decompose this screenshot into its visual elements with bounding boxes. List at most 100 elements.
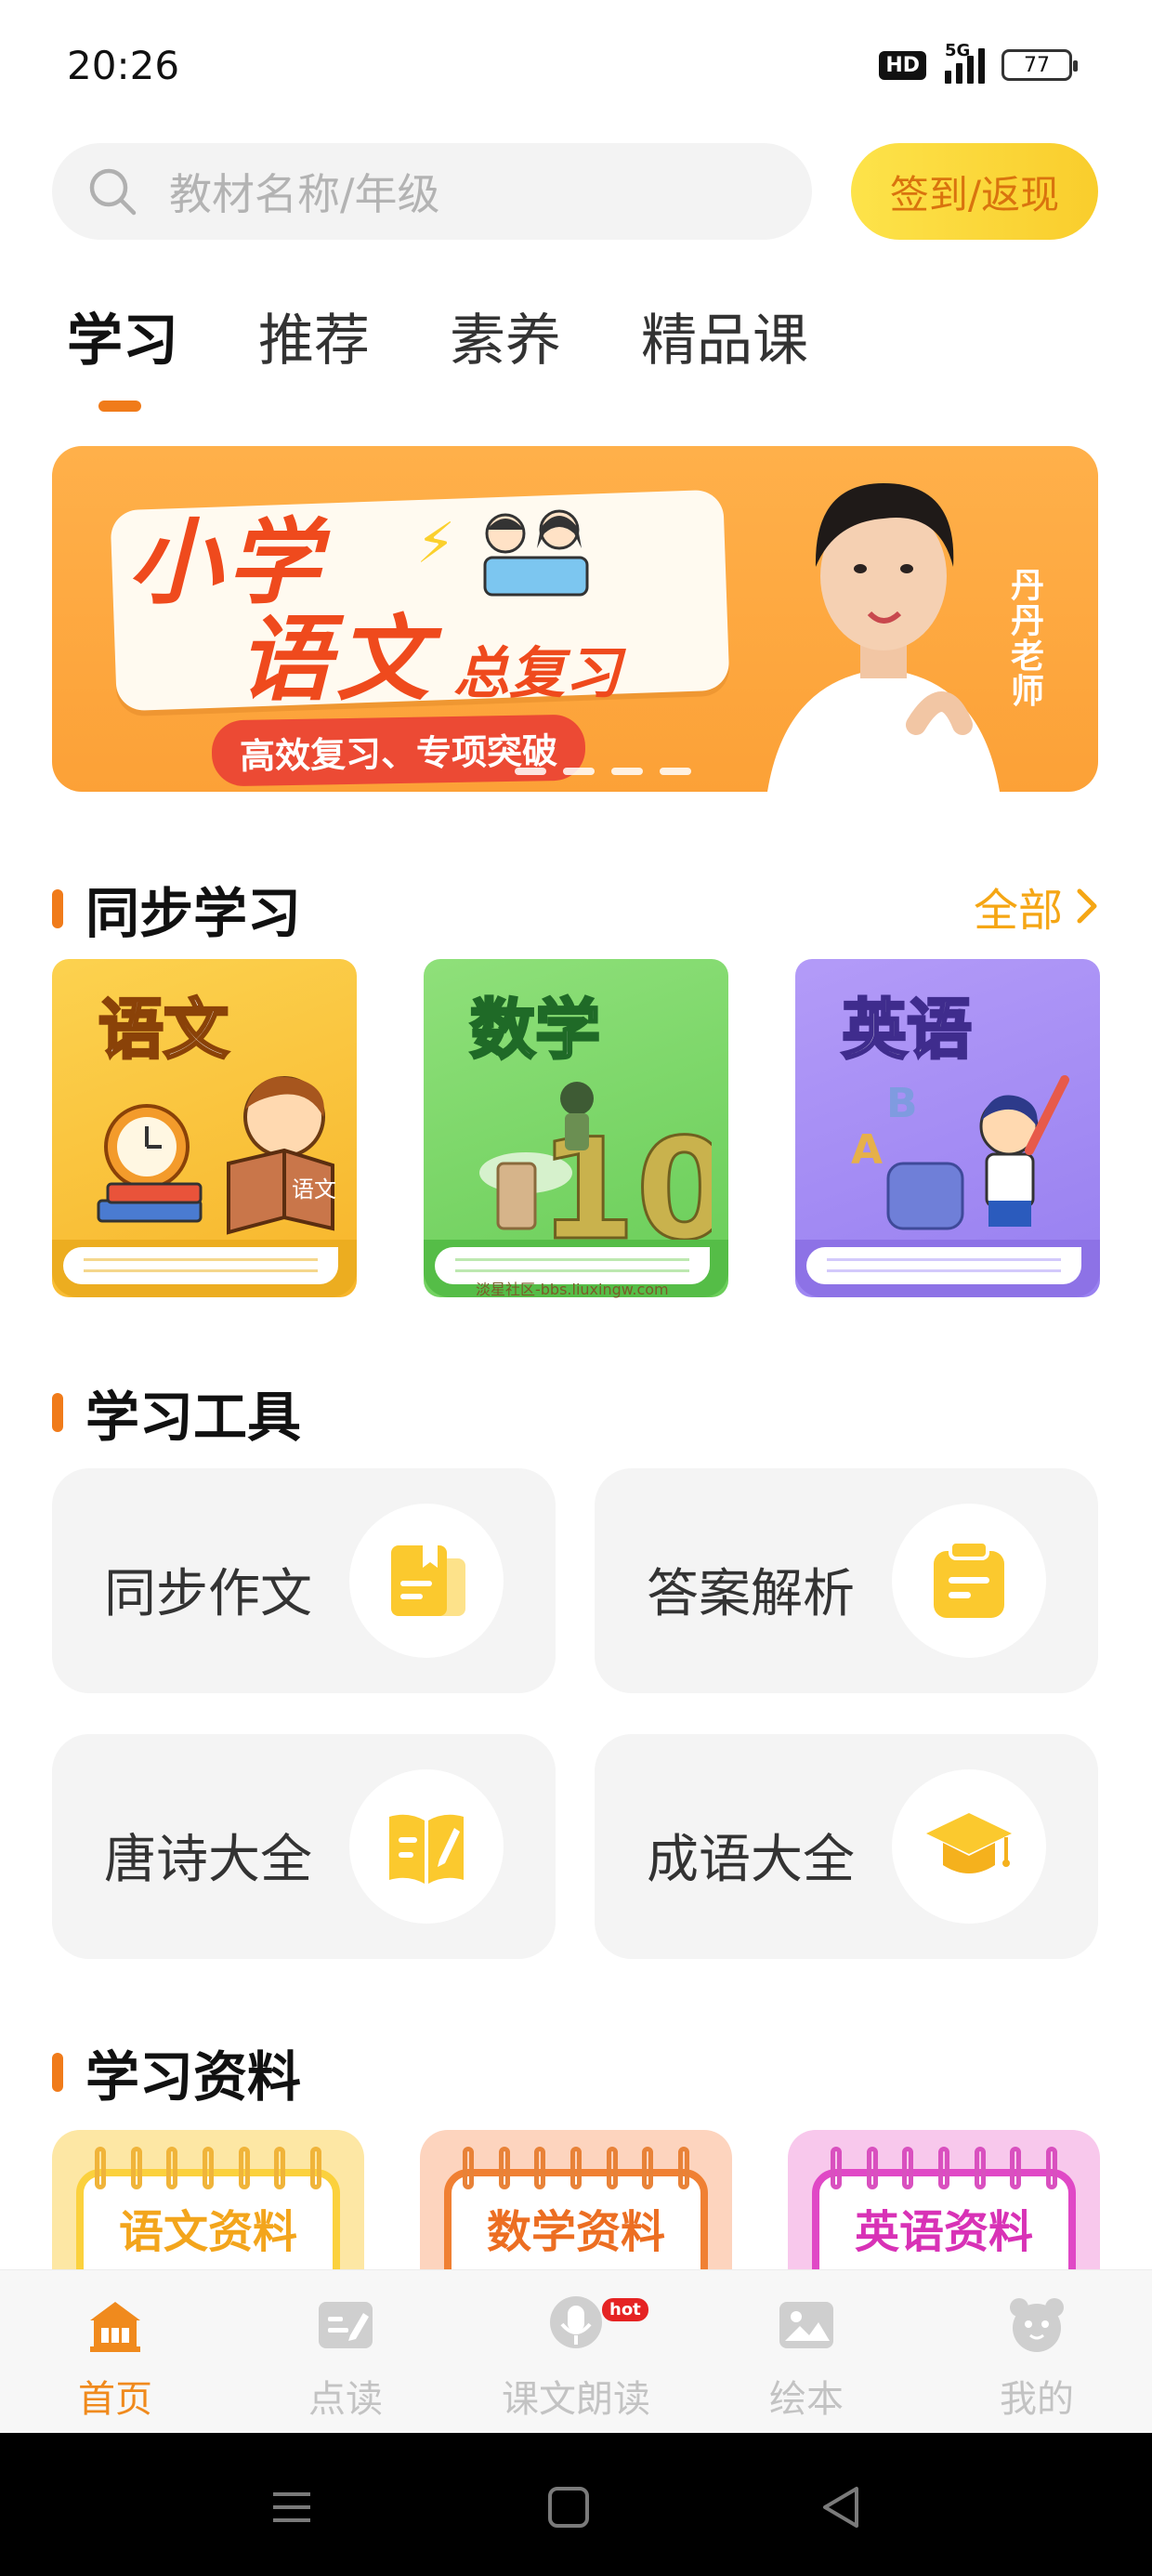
pagination-dot xyxy=(563,768,595,775)
pagination-dot xyxy=(660,768,691,775)
svg-text:A: A xyxy=(851,1126,883,1174)
book-label: 语文 xyxy=(98,991,230,1070)
microphone-icon xyxy=(550,2296,602,2348)
subject-book-english[interactable]: 英语 A B xyxy=(795,959,1100,1297)
math-numbers-illustration: 10 xyxy=(479,1082,712,1247)
material-label: 数学资料 xyxy=(486,2206,665,2258)
section-title: 学习工具 xyxy=(85,1386,302,1449)
tool-label: 答案解析 xyxy=(647,1564,855,1624)
section-accent-bar xyxy=(52,1393,63,1432)
tool-icon-wrap xyxy=(349,1504,504,1658)
binder-rings xyxy=(463,2147,689,2189)
binder-rings xyxy=(831,2147,1057,2189)
book-icon xyxy=(391,1545,465,1616)
status-time: 20:26 xyxy=(67,43,180,88)
home-icon xyxy=(90,2302,140,2352)
book-label: 数学 xyxy=(469,991,602,1070)
battery-icon: 77 xyxy=(1001,49,1078,81)
search-icon xyxy=(89,168,137,216)
back-icon[interactable] xyxy=(814,2479,870,2535)
nav-label: 首页 xyxy=(78,2378,152,2421)
svg-text:B: B xyxy=(886,1080,918,1127)
open-book-pen-icon xyxy=(389,1814,464,1884)
material-chinese[interactable]: 语文资料 xyxy=(52,2130,364,2269)
tab-recommend[interactable]: 推荐 xyxy=(258,296,370,401)
nav-point-read[interactable]: 点读 xyxy=(230,2270,461,2434)
nav-text-reading[interactable]: hot 课文朗读 xyxy=(461,2270,691,2434)
search-input[interactable]: 教材名称/年级 xyxy=(52,143,812,240)
section-title: 同步学习 xyxy=(85,882,302,945)
top-tabs: 学习 推荐 素养 精品课 xyxy=(67,296,808,412)
tool-label: 成语大全 xyxy=(647,1830,855,1890)
tab-label: 精品课 xyxy=(641,309,808,374)
tool-icon-wrap xyxy=(349,1769,504,1924)
status-bar: 20:26 HD 5G 77 xyxy=(0,0,1152,130)
material-label: 语文资料 xyxy=(118,2206,297,2258)
chevron-right-icon xyxy=(1077,888,1097,924)
nav-label: 我的 xyxy=(1000,2378,1074,2421)
banner-title-line2: 语文 xyxy=(238,605,435,714)
materials-header: 学习资料 xyxy=(52,2033,301,2111)
tab-literacy[interactable]: 素养 xyxy=(450,296,561,401)
boy-reading-illustration: 语文 xyxy=(97,1076,336,1235)
menu-icon[interactable] xyxy=(264,2479,320,2535)
teacher-photo xyxy=(767,483,1000,792)
tool-icon-wrap xyxy=(892,1769,1046,1924)
banner-pagination xyxy=(515,768,691,775)
svg-text:10: 10 xyxy=(539,1110,712,1247)
book-pages xyxy=(806,1247,1081,1284)
tool-icon-wrap xyxy=(892,1504,1046,1658)
material-english[interactable]: 英语资料 xyxy=(788,2130,1100,2269)
nav-profile[interactable]: 我的 xyxy=(922,2270,1152,2434)
tab-active-indicator xyxy=(98,401,141,412)
subject-book-chinese[interactable]: 语文 语文 xyxy=(52,959,357,1297)
picture-book-icon xyxy=(779,2302,833,2348)
search-placeholder: 教材名称/年级 xyxy=(169,169,440,219)
see-all-label: 全部 xyxy=(973,885,1063,937)
tool-answer-analysis[interactable]: 答案解析 xyxy=(595,1468,1098,1693)
lightning-icon: ⚡ xyxy=(416,511,456,576)
tab-label: 学习 xyxy=(67,309,178,374)
tool-label: 同步作文 xyxy=(104,1564,312,1624)
schoolboy-illustration: A B xyxy=(851,1075,1069,1230)
tab-study[interactable]: 学习 xyxy=(67,296,178,412)
promo-banner[interactable]: 小学 语文 总复习 ⚡ 丹丹老师 高效复习、专项突破 xyxy=(52,446,1098,792)
tool-label: 唐诗大全 xyxy=(104,1830,312,1890)
subject-book-math[interactable]: 数学 10 xyxy=(424,959,728,1297)
banner-title-suffix: 总复习 xyxy=(453,641,621,706)
signal-icon: 5G xyxy=(943,41,985,84)
pagination-dot xyxy=(515,768,546,775)
tool-tang-poems[interactable]: 唐诗大全 xyxy=(52,1734,556,1959)
nav-label: 点读 xyxy=(308,2378,383,2421)
kids-reading-illustration xyxy=(483,509,589,597)
binder-rings xyxy=(95,2147,321,2189)
pagination-dot xyxy=(611,768,643,775)
tab-label: 素养 xyxy=(450,309,561,374)
nav-picture-book[interactable]: 绘本 xyxy=(691,2270,922,2434)
book-pages xyxy=(63,1247,338,1284)
signin-cashback-button[interactable]: 签到/返现 xyxy=(851,143,1098,240)
tool-idioms[interactable]: 成语大全 xyxy=(595,1734,1098,1959)
battery-level: 77 xyxy=(1024,53,1050,77)
nav-label: 绘本 xyxy=(769,2378,844,2421)
graduation-cap-icon xyxy=(926,1813,1012,1873)
status-icons: HD 5G 77 xyxy=(879,41,1078,84)
material-label: 英语资料 xyxy=(854,2206,1033,2258)
nav-home[interactable]: 首页 xyxy=(0,2270,230,2434)
tool-sync-composition[interactable]: 同步作文 xyxy=(52,1468,556,1693)
sync-study-header: 同步学习 xyxy=(52,870,301,948)
material-math[interactable]: 数学资料 xyxy=(420,2130,732,2269)
home-square-icon[interactable] xyxy=(541,2479,596,2535)
section-accent-bar xyxy=(52,889,63,928)
system-nav-bar xyxy=(0,2433,1152,2576)
see-all-link[interactable]: 全部 xyxy=(974,874,1098,939)
profile-icon xyxy=(1010,2298,1064,2352)
hd-icon: HD xyxy=(879,50,926,80)
teacher-name: 丹丹老师 xyxy=(1010,567,1044,711)
book-cover-text: 语文 xyxy=(292,1176,336,1203)
hot-badge: hot xyxy=(602,2298,648,2321)
watermark-text: 淡星社区-bbs.liuxingw.com xyxy=(476,1281,669,1298)
section-title: 学习资料 xyxy=(85,2045,302,2109)
bottom-nav: 首页 点读 hot 课文朗读 绘本 我的 xyxy=(0,2269,1152,2433)
tab-premium-course[interactable]: 精品课 xyxy=(641,296,808,401)
